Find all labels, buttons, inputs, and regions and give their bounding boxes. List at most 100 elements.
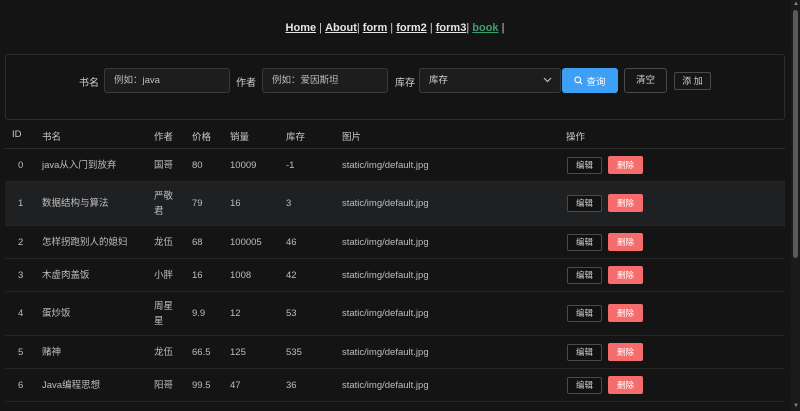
cell-price: 79 [192,198,203,209]
cell-id: 5 [18,346,24,358]
nav-link-about[interactable]: About [325,22,357,34]
nav-separator: | [501,22,505,34]
cell-id: 6 [18,379,24,391]
cell-image: static/img/default.jpg [342,269,429,281]
search-button[interactable]: 查询 [562,68,618,93]
table-row: 2 怎样拐跑别人的媳妇 龙伍 68 100005 46 static/img/d… [5,226,785,259]
book-name-label: 书名 [79,78,99,89]
cell-id: 1 [18,198,24,209]
cell-author: 龙伍 [154,236,174,248]
header-sales: 销量 [230,132,250,143]
delete-button[interactable]: 删除 [608,156,643,174]
cell-stock: 42 [286,269,297,281]
cell-price: 68 [192,236,203,248]
table-row: 4 蛋炒饭 周星星 9.9 12 53 static/img/default.j… [5,292,785,336]
cell-stock: 46 [286,236,297,248]
top-nav: Home | About| form | form2 | form3| book… [0,22,790,34]
cell-sales: 10009 [230,159,257,171]
cell-name: 怎样拐跑别人的媳妇 [42,236,128,248]
cell-sales: 100005 [230,236,262,248]
cell-stock: 3 [286,198,292,209]
cell-author: 阳哥 [154,379,174,391]
edit-button[interactable]: 编辑 [567,267,602,284]
clear-button[interactable]: 清空 [624,68,667,93]
scroll-up-arrow-icon[interactable]: ▲ [793,1,799,7]
delete-button[interactable]: 删除 [608,194,643,212]
table-row: 3 木虚肉盖饭 小胖 16 1008 42 static/img/default… [5,259,785,292]
header-actions: 操作 [566,132,586,143]
cell-price: 16 [192,269,203,281]
cell-id: 3 [18,269,24,281]
author-input[interactable] [262,68,388,93]
author-label: 作者 [236,78,256,89]
cell-stock: -1 [286,159,295,171]
cell-image: static/img/default.jpg [342,379,429,391]
cell-author: 国哥 [154,159,174,171]
delete-button[interactable]: 删除 [608,376,643,394]
cell-name: 赌神 [42,346,62,358]
delete-button[interactable]: 删除 [608,343,643,361]
cell-author: 周星星 [154,300,174,327]
vertical-scrollbar[interactable]: ▲ ▼ [791,0,800,411]
cell-image: static/img/default.jpg [342,198,429,209]
cell-image: static/img/default.jpg [342,236,429,248]
book-table: ID 书名 作者 价格 销量 库存 图片 操作 0 java从入门到放弃 国哥 … [5,121,785,402]
header-stock: 库存 [286,132,306,143]
header-id: ID [12,129,22,140]
scrollbar-thumb[interactable] [793,10,798,258]
delete-button[interactable]: 删除 [608,233,643,251]
cell-price: 80 [192,159,203,171]
scroll-down-arrow-icon[interactable]: ▼ [793,403,799,409]
delete-button[interactable]: 删除 [608,304,643,322]
search-icon [574,76,583,85]
stock-label: 库存 [395,78,415,89]
cell-stock: 535 [286,346,302,358]
table-row: 1 数据结构与算法 严敬君 79 16 3 static/img/default… [5,182,785,226]
cell-stock: 53 [286,308,297,319]
header-name: 书名 [42,132,62,143]
cell-name: 蛋炒饭 [42,308,71,319]
cell-stock: 36 [286,379,297,391]
table-row: 5 赌神 龙伍 66.5 125 535 static/img/default.… [5,336,785,369]
cell-author: 龙伍 [154,346,174,358]
cell-name: Java编程思想 [42,379,101,391]
table-header: ID 书名 作者 价格 销量 库存 图片 操作 [5,121,785,149]
edit-button[interactable]: 编辑 [567,195,602,212]
cell-name: java从入门到放弃 [42,159,117,171]
nav-link-book[interactable]: book [472,22,498,34]
edit-button[interactable]: 编辑 [567,377,602,394]
search-panel: 书名 作者 库存 库存 查询 清空 添 加 [5,54,785,120]
cell-author: 小胖 [154,269,174,281]
cell-sales: 1008 [230,269,252,281]
cell-id: 0 [18,159,24,171]
nav-link-home[interactable]: Home [286,22,317,34]
table-row: 6 Java编程思想 阳哥 99.5 47 36 static/img/defa… [5,369,785,402]
cell-price: 99.5 [192,379,211,391]
cell-price: 9.9 [192,308,206,319]
cell-sales: 12 [230,308,241,319]
chevron-down-icon [543,77,552,83]
stock-select[interactable]: 库存 [419,68,561,93]
edit-button[interactable]: 编辑 [567,157,602,174]
cell-image: static/img/default.jpg [342,159,429,171]
add-button[interactable]: 添 加 [674,72,711,90]
book-name-input[interactable] [104,68,230,93]
edit-button[interactable]: 编辑 [567,344,602,361]
cell-name: 数据结构与算法 [42,198,109,209]
header-price: 价格 [192,132,212,143]
edit-button[interactable]: 编辑 [567,234,602,251]
nav-link-form3[interactable]: form3 [436,22,467,34]
edit-button[interactable]: 编辑 [567,305,602,322]
search-button-label: 查询 [586,76,606,88]
cell-author: 严敬君 [154,190,174,217]
nav-link-form[interactable]: form [363,22,387,34]
delete-button[interactable]: 删除 [608,266,643,284]
nav-link-form2[interactable]: form2 [396,22,427,34]
cell-sales: 125 [230,346,246,358]
cell-sales: 16 [230,198,241,209]
header-image: 图片 [342,132,362,143]
cell-price: 66.5 [192,346,211,358]
cell-image: static/img/default.jpg [342,308,429,319]
stock-select-value: 库存 [429,75,449,86]
cell-name: 木虚肉盖饭 [42,269,90,281]
